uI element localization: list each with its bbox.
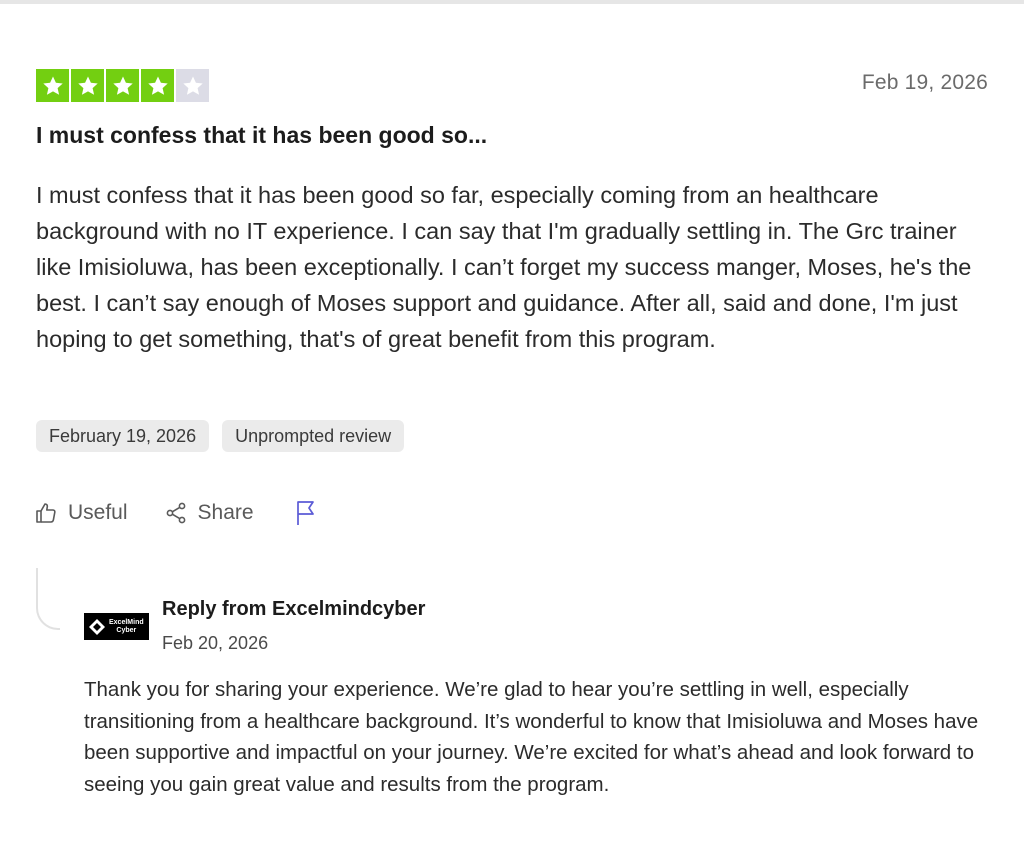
review-actions: Useful Share	[34, 500, 318, 526]
report-button[interactable]	[294, 500, 318, 526]
share-button[interactable]: Share	[164, 501, 254, 525]
star-filled	[36, 69, 69, 102]
useful-button[interactable]: Useful	[34, 501, 128, 525]
share-label: Share	[197, 501, 254, 524]
share-icon	[164, 501, 188, 525]
review-date: Feb 19, 2026	[861, 71, 988, 94]
flag-icon	[294, 500, 318, 526]
date-of-experience-chip: February 19, 2026	[36, 420, 210, 452]
star-filled	[141, 69, 174, 102]
company-logo-icon	[89, 618, 105, 635]
unprompted-review-chip[interactable]: Unprompted review	[222, 420, 405, 452]
reply-header: Reply from Excelmindcyber	[162, 598, 426, 620]
reply-body: Thank you for sharing your experience. W…	[84, 678, 979, 796]
star-filled	[71, 69, 104, 102]
reply-connector-line	[36, 568, 60, 630]
review-chips: February 19, 2026 Unprompted review	[36, 420, 405, 452]
star-icon	[147, 76, 168, 95]
star-icon	[112, 76, 133, 95]
star-empty	[176, 69, 209, 102]
review-body: I must confess that it has been good so …	[36, 182, 972, 352]
review-card: Feb 19, 2026 I must confess that it has …	[0, 0, 1024, 858]
star-icon	[42, 76, 63, 95]
reply-date: Feb 20, 2026	[162, 633, 269, 653]
star-filled	[106, 69, 139, 102]
useful-label: Useful	[68, 501, 128, 524]
review-title[interactable]: I must confess that it has been good so.…	[36, 122, 487, 149]
company-logo: ExcelMind Cyber	[84, 613, 149, 640]
star-rating	[36, 69, 209, 102]
logo-text: ExcelMind Cyber	[109, 618, 144, 634]
star-icon	[182, 76, 203, 95]
star-icon	[77, 76, 98, 95]
thumbs-up-icon	[34, 501, 58, 525]
